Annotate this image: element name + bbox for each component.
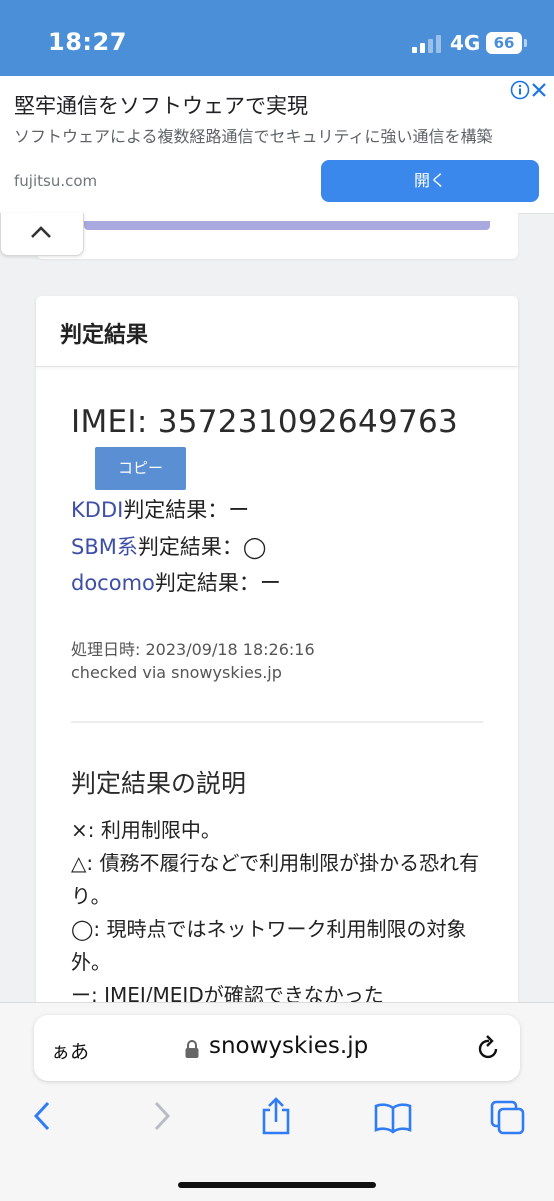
collapse-ad-button[interactable] bbox=[0, 213, 84, 256]
result-text: 判定結果：ー bbox=[123, 498, 250, 522]
battery-level: 66 bbox=[493, 34, 515, 52]
card-header: 判定結果 bbox=[36, 296, 518, 367]
text-size-button[interactable]: ぁあ bbox=[51, 1037, 89, 1064]
carrier-link-docomo[interactable]: docomo bbox=[71, 571, 155, 595]
progress-bar bbox=[84, 221, 490, 230]
carrier-link-kddi[interactable]: KDDI bbox=[71, 498, 123, 522]
bookmarks-icon[interactable] bbox=[374, 1102, 412, 1134]
explanation-item: △: 債務不履行などで利用制限が掛かる恐れ有り。 bbox=[71, 851, 480, 908]
back-icon[interactable] bbox=[30, 1100, 54, 1132]
chevron-up-icon bbox=[31, 226, 51, 238]
result-docomo: docomo判定結果：ー bbox=[71, 567, 281, 597]
ad-domain: fujitsu.com bbox=[14, 172, 98, 190]
copy-button[interactable]: コピー bbox=[95, 447, 186, 490]
close-icon[interactable] bbox=[531, 82, 547, 98]
home-indicator bbox=[178, 1182, 376, 1188]
result-sbm: SBM系判定結果：◯ bbox=[71, 531, 266, 561]
carrier-link-sbm[interactable]: SBM系 bbox=[71, 535, 138, 559]
lock-icon bbox=[185, 1040, 199, 1058]
imei-value: IMEI: 357231092649763 bbox=[71, 404, 459, 440]
card-title: 判定結果 bbox=[60, 323, 149, 348]
explanation-title: 判定結果の説明 bbox=[71, 769, 247, 798]
explanation-list: ×: 利用制限中。 △: 債務不履行などで利用制限が掛かる恐れ有り。 ◯: 現時… bbox=[71, 814, 491, 1012]
status-time: 18:27 bbox=[48, 28, 127, 56]
network-type: 4G bbox=[450, 31, 481, 55]
url-text[interactable]: snowyskies.jp bbox=[209, 1033, 368, 1059]
checked-via: checked via snowyskies.jp bbox=[71, 663, 282, 682]
forward-icon[interactable] bbox=[150, 1100, 174, 1132]
result-kddi: KDDI判定結果：ー bbox=[71, 494, 249, 524]
ad-title[interactable]: 堅牢通信をソフトウェアで実現 bbox=[14, 90, 308, 120]
result-card: 判定結果 IMEI: 357231092649763 コピー KDDI判定結果：… bbox=[36, 296, 518, 1056]
divider bbox=[71, 721, 483, 723]
battery-icon: 66 bbox=[486, 32, 527, 54]
share-icon[interactable] bbox=[260, 1096, 292, 1136]
result-text: 判定結果：◯ bbox=[137, 535, 267, 559]
info-icon[interactable] bbox=[510, 80, 530, 100]
tabs-icon[interactable] bbox=[490, 1100, 526, 1136]
ad-banner[interactable]: 堅牢通信をソフトウェアで実現 ソフトウェアによる複数経路通信でセキュリティに強い… bbox=[0, 76, 554, 214]
ad-open-button[interactable]: 開く bbox=[321, 160, 539, 202]
cellular-signal-icon bbox=[412, 33, 442, 53]
result-text: 判定結果：ー bbox=[154, 571, 281, 595]
explanation-item: ◯: 現時点ではネットワーク利用制限の対象外。 bbox=[71, 917, 467, 974]
browser-toolbar: ぁあ snowyskies.jp bbox=[0, 1002, 554, 1201]
ad-description: ソフトウェアによる複数経路通信でセキュリティに強い通信を構築 bbox=[14, 127, 493, 146]
address-bar[interactable]: ぁあ snowyskies.jp bbox=[34, 1015, 520, 1081]
previous-card bbox=[36, 213, 518, 259]
explanation-item: ×: 利用制限中。 bbox=[71, 818, 221, 842]
processed-at: 処理日時: 2023/09/18 18:26:16 bbox=[71, 640, 315, 659]
status-bar: 18:27 4G 66 bbox=[0, 0, 554, 76]
reload-icon[interactable] bbox=[477, 1035, 501, 1061]
